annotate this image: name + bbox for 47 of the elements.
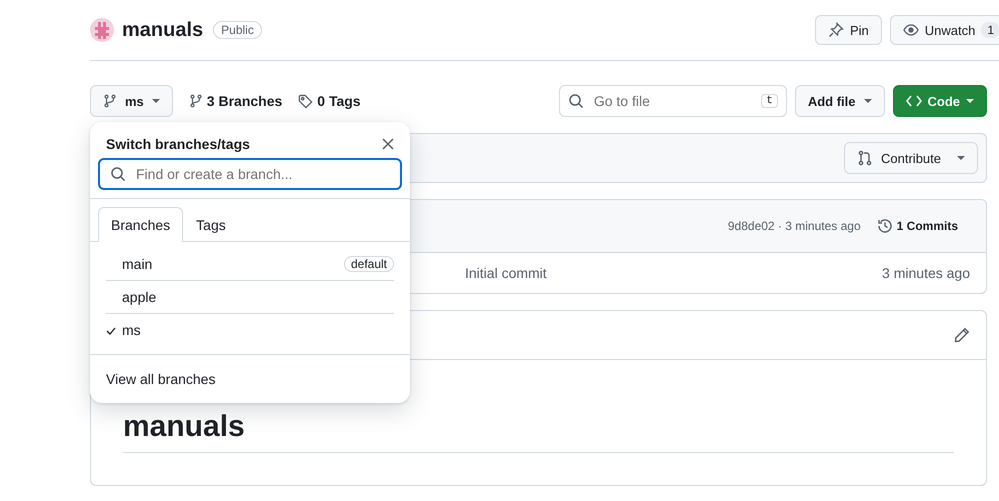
search-icon — [110, 166, 126, 182]
caret-icon — [957, 156, 965, 160]
tags-link[interactable]: 0 Tags — [298, 93, 361, 109]
commit-time: 3 minutes ago — [882, 265, 970, 281]
branch-name: ms — [122, 322, 142, 338]
branch-name: main — [122, 256, 154, 272]
branch-icon — [188, 94, 203, 108]
search-icon — [568, 93, 584, 109]
menu-tab[interactable]: Branches — [98, 207, 184, 242]
pencil-icon[interactable] — [954, 327, 970, 343]
branch-item[interactable]: ms — [106, 314, 394, 346]
unwatch-button[interactable]: Unwatch 1 — [890, 15, 999, 45]
branch-select-button[interactable]: ms — [90, 85, 173, 117]
branch-icon — [103, 94, 117, 108]
commit-message[interactable]: Initial commit — [465, 265, 882, 281]
go-to-file-field[interactable]: Go to file t — [558, 85, 787, 117]
branches-link[interactable]: 3 Branches — [188, 93, 282, 109]
close-button[interactable] — [382, 138, 394, 150]
pin-icon — [828, 22, 844, 38]
branch-item[interactable]: apple — [106, 281, 394, 314]
latest-commit-info: 9d8de02 · 3 minutes ago — [728, 219, 861, 233]
history-icon — [876, 218, 893, 234]
branch-search-field[interactable]: Find or create a branch... — [98, 158, 402, 190]
pull-request-icon — [857, 150, 874, 166]
visibility-label: Public — [213, 21, 262, 39]
repo-name[interactable]: manuals — [122, 18, 204, 42]
watch-count: 1 — [981, 22, 999, 38]
default-label: default — [344, 256, 394, 272]
add-file-button[interactable]: Add file — [794, 85, 884, 117]
code-icon — [906, 95, 922, 107]
menu-tab[interactable]: Tags — [183, 207, 239, 242]
caret-icon — [966, 99, 974, 103]
avatar-icon — [90, 18, 114, 42]
contribute-button[interactable]: Contribute — [844, 142, 978, 174]
eye-icon — [902, 22, 919, 38]
code-button[interactable]: Code — [892, 85, 987, 117]
view-all-branches-link[interactable]: View all branches — [106, 371, 216, 387]
menu-title: Switch branches/tags — [106, 136, 251, 152]
close-icon — [382, 138, 394, 150]
caret-icon — [152, 99, 160, 103]
branch-name: apple — [122, 289, 158, 305]
tag-icon — [298, 94, 314, 108]
caret-icon — [864, 99, 872, 103]
commits-link[interactable]: 1 Commits — [876, 218, 958, 234]
shortcut-key: t — [761, 94, 778, 108]
pin-button[interactable]: Pin — [814, 15, 882, 45]
branch-item[interactable]: main default — [106, 248, 394, 281]
